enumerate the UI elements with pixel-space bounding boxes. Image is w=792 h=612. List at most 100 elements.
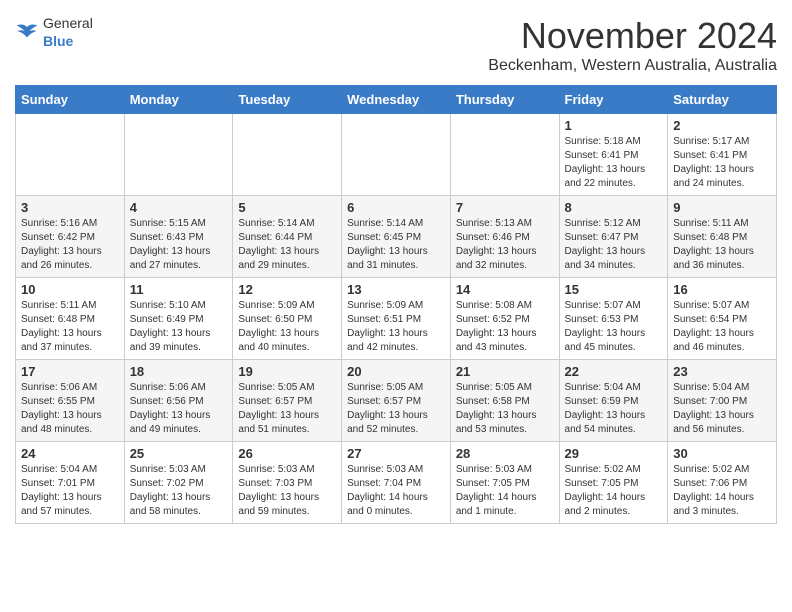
- calendar-week-row: 17 Sunrise: 5:06 AM Sunset: 6:55 PM Dayli…: [16, 360, 777, 442]
- day-info: Sunrise: 5:07 AM Sunset: 6:53 PM Dayligh…: [565, 299, 663, 355]
- day-number: 1: [565, 118, 663, 133]
- col-thursday: Thursday: [450, 86, 559, 114]
- table-row: [16, 114, 125, 196]
- calendar-week-row: 24 Sunrise: 5:04 AM Sunset: 7:01 PM Dayli…: [16, 442, 777, 524]
- header: General Blue November 2024 Beckenham, We…: [15, 15, 777, 75]
- logo-general: General: [43, 15, 93, 31]
- table-row: 6 Sunrise: 5:14 AM Sunset: 6:45 PM Daylig…: [342, 196, 451, 278]
- table-row: 24 Sunrise: 5:04 AM Sunset: 7:01 PM Dayli…: [16, 442, 125, 524]
- table-row: 16 Sunrise: 5:07 AM Sunset: 6:54 PM Dayli…: [668, 278, 777, 360]
- title-area: November 2024 Beckenham, Western Austral…: [488, 15, 777, 75]
- table-row: 17 Sunrise: 5:06 AM Sunset: 6:55 PM Dayli…: [16, 360, 125, 442]
- day-info: Sunrise: 5:18 AM Sunset: 6:41 PM Dayligh…: [565, 135, 663, 191]
- day-number: 13: [347, 282, 445, 297]
- day-number: 24: [21, 446, 119, 461]
- logo-bird-icon: [15, 23, 39, 43]
- day-number: 25: [130, 446, 228, 461]
- table-row: 11 Sunrise: 5:10 AM Sunset: 6:49 PM Dayli…: [124, 278, 233, 360]
- day-number: 23: [673, 364, 771, 379]
- table-row: 12 Sunrise: 5:09 AM Sunset: 6:50 PM Dayli…: [233, 278, 342, 360]
- day-info: Sunrise: 5:05 AM Sunset: 6:58 PM Dayligh…: [456, 381, 554, 437]
- logo: General Blue: [15, 15, 93, 51]
- day-info: Sunrise: 5:14 AM Sunset: 6:45 PM Dayligh…: [347, 217, 445, 273]
- day-info: Sunrise: 5:16 AM Sunset: 6:42 PM Dayligh…: [21, 217, 119, 273]
- day-number: 6: [347, 200, 445, 215]
- day-number: 2: [673, 118, 771, 133]
- day-number: 30: [673, 446, 771, 461]
- day-info: Sunrise: 5:10 AM Sunset: 6:49 PM Dayligh…: [130, 299, 228, 355]
- day-number: 10: [21, 282, 119, 297]
- day-number: 17: [21, 364, 119, 379]
- day-number: 3: [21, 200, 119, 215]
- day-number: 18: [130, 364, 228, 379]
- calendar-week-row: 1 Sunrise: 5:18 AM Sunset: 6:41 PM Daylig…: [16, 114, 777, 196]
- table-row: 29Sunrise: 5:02 AM Sunset: 7:05 PM Dayli…: [559, 442, 668, 524]
- day-number: 15: [565, 282, 663, 297]
- day-info: Sunrise: 5:11 AM Sunset: 6:48 PM Dayligh…: [21, 299, 119, 355]
- col-saturday: Saturday: [668, 86, 777, 114]
- table-row: 2 Sunrise: 5:17 AM Sunset: 6:41 PM Daylig…: [668, 114, 777, 196]
- day-number: 16: [673, 282, 771, 297]
- day-info: Sunrise: 5:04 AM Sunset: 7:01 PM Dayligh…: [21, 463, 119, 519]
- col-friday: Friday: [559, 86, 668, 114]
- day-info: Sunrise: 5:04 AM Sunset: 7:00 PM Dayligh…: [673, 381, 771, 437]
- day-number: 12: [238, 282, 336, 297]
- table-row: 21 Sunrise: 5:05 AM Sunset: 6:58 PM Dayli…: [450, 360, 559, 442]
- day-info: Sunrise: 5:11 AM Sunset: 6:48 PM Dayligh…: [673, 217, 771, 273]
- day-info: Sunrise: 5:17 AM Sunset: 6:41 PM Dayligh…: [673, 135, 771, 191]
- calendar-week-row: 3 Sunrise: 5:16 AM Sunset: 6:42 PM Daylig…: [16, 196, 777, 278]
- day-number: 11: [130, 282, 228, 297]
- col-sunday: Sunday: [16, 86, 125, 114]
- day-info: Sunrise: 5:02 AM Sunset: 7:05 PM Dayligh…: [565, 463, 663, 519]
- day-info: Sunrise: 5:03 AM Sunset: 7:05 PM Dayligh…: [456, 463, 554, 519]
- day-number: 19: [238, 364, 336, 379]
- day-number: 4: [130, 200, 228, 215]
- day-info: Sunrise: 5:07 AM Sunset: 6:54 PM Dayligh…: [673, 299, 771, 355]
- day-info: Sunrise: 5:02 AM Sunset: 7:06 PM Dayligh…: [673, 463, 771, 519]
- day-number: 7: [456, 200, 554, 215]
- table-row: 27 Sunrise: 5:03 AM Sunset: 7:04 PM Dayli…: [342, 442, 451, 524]
- table-row: 18Sunrise: 5:06 AM Sunset: 6:56 PM Dayli…: [124, 360, 233, 442]
- table-row: 28 Sunrise: 5:03 AM Sunset: 7:05 PM Dayli…: [450, 442, 559, 524]
- day-info: Sunrise: 5:03 AM Sunset: 7:03 PM Dayligh…: [238, 463, 336, 519]
- table-row: 19 Sunrise: 5:05 AM Sunset: 6:57 PM Dayli…: [233, 360, 342, 442]
- day-number: 20: [347, 364, 445, 379]
- day-info: Sunrise: 5:04 AM Sunset: 6:59 PM Dayligh…: [565, 381, 663, 437]
- day-info: Sunrise: 5:14 AM Sunset: 6:44 PM Dayligh…: [238, 217, 336, 273]
- table-row: 20 Sunrise: 5:05 AM Sunset: 6:57 PM Dayli…: [342, 360, 451, 442]
- col-wednesday: Wednesday: [342, 86, 451, 114]
- day-info: Sunrise: 5:15 AM Sunset: 6:43 PM Dayligh…: [130, 217, 228, 273]
- table-row: [124, 114, 233, 196]
- day-info: Sunrise: 5:09 AM Sunset: 6:50 PM Dayligh…: [238, 299, 336, 355]
- day-number: 21: [456, 364, 554, 379]
- day-info: Sunrise: 5:05 AM Sunset: 6:57 PM Dayligh…: [238, 381, 336, 437]
- day-number: 27: [347, 446, 445, 461]
- day-info: Sunrise: 5:06 AM Sunset: 6:55 PM Dayligh…: [21, 381, 119, 437]
- calendar: Sunday Monday Tuesday Wednesday Thursday…: [15, 85, 777, 524]
- table-row: 10 Sunrise: 5:11 AM Sunset: 6:48 PM Dayli…: [16, 278, 125, 360]
- day-number: 9: [673, 200, 771, 215]
- table-row: [450, 114, 559, 196]
- location-title: Beckenham, Western Australia, Australia: [488, 57, 777, 75]
- table-row: 14 Sunrise: 5:08 AM Sunset: 6:52 PM Dayli…: [450, 278, 559, 360]
- day-number: 14: [456, 282, 554, 297]
- table-row: 30 Sunrise: 5:02 AM Sunset: 7:06 PM Dayli…: [668, 442, 777, 524]
- calendar-header-row: Sunday Monday Tuesday Wednesday Thursday…: [16, 86, 777, 114]
- table-row: 8Sunrise: 5:12 AM Sunset: 6:47 PM Daylig…: [559, 196, 668, 278]
- logo-blue: Blue: [43, 33, 73, 49]
- day-info: Sunrise: 5:05 AM Sunset: 6:57 PM Dayligh…: [347, 381, 445, 437]
- table-row: 23 Sunrise: 5:04 AM Sunset: 7:00 PM Dayli…: [668, 360, 777, 442]
- table-row: 4 Sunrise: 5:15 AM Sunset: 6:43 PM Daylig…: [124, 196, 233, 278]
- day-info: Sunrise: 5:08 AM Sunset: 6:52 PM Dayligh…: [456, 299, 554, 355]
- table-row: [233, 114, 342, 196]
- table-row: [342, 114, 451, 196]
- table-row: 13Sunrise: 5:09 AM Sunset: 6:51 PM Dayli…: [342, 278, 451, 360]
- col-monday: Monday: [124, 86, 233, 114]
- day-info: Sunrise: 5:03 AM Sunset: 7:04 PM Dayligh…: [347, 463, 445, 519]
- table-row: 9 Sunrise: 5:11 AM Sunset: 6:48 PM Daylig…: [668, 196, 777, 278]
- table-row: 15 Sunrise: 5:07 AM Sunset: 6:53 PM Dayli…: [559, 278, 668, 360]
- day-info: Sunrise: 5:12 AM Sunset: 6:47 PM Dayligh…: [565, 217, 663, 273]
- day-number: 22: [565, 364, 663, 379]
- table-row: 26Sunrise: 5:03 AM Sunset: 7:03 PM Dayli…: [233, 442, 342, 524]
- day-number: 28: [456, 446, 554, 461]
